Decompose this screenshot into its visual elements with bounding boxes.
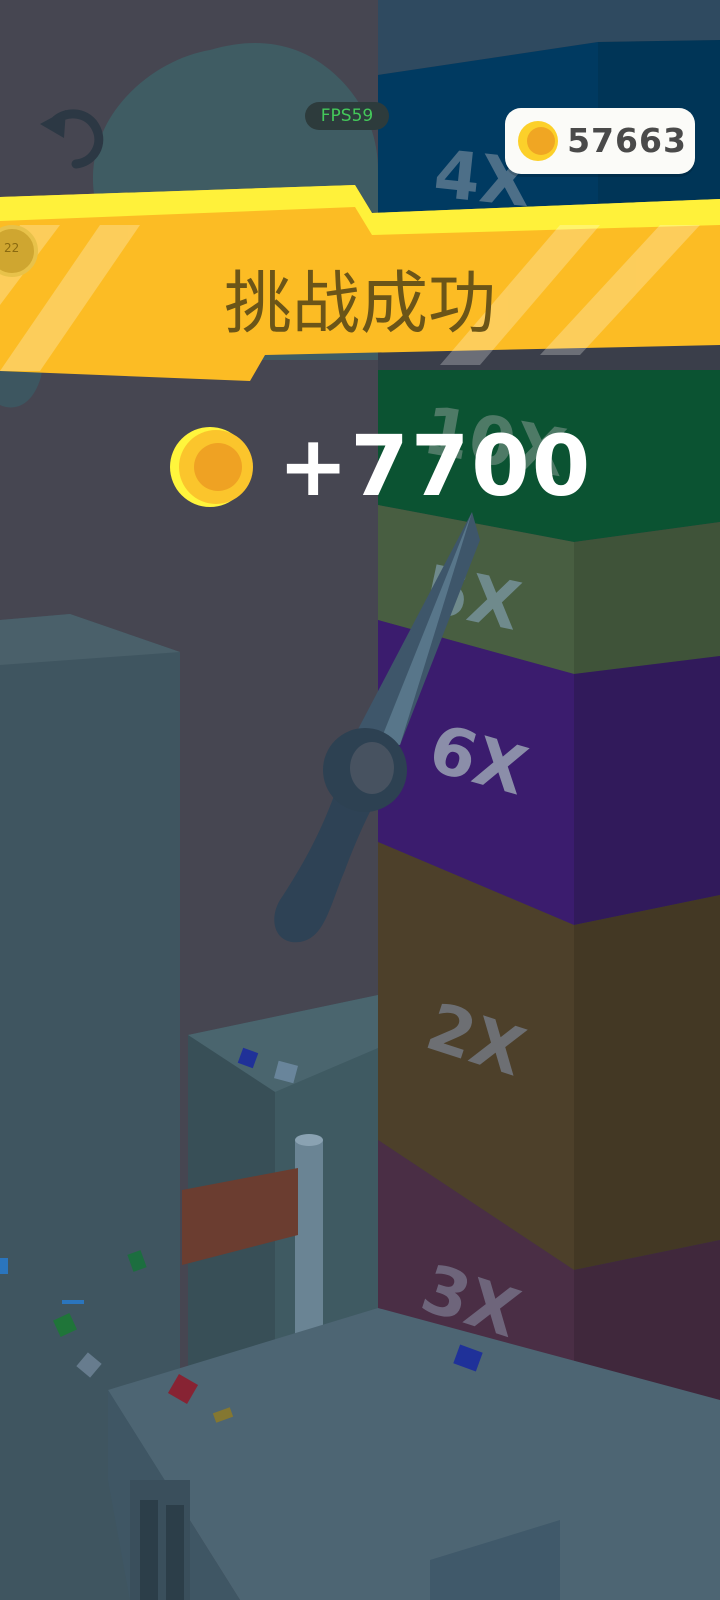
fps-counter: FPS59: [305, 102, 389, 130]
coin-icon: [170, 427, 253, 507]
reward-display: +7700: [170, 418, 590, 514]
coin-total-value: 57663: [567, 121, 687, 160]
coin-icon: [518, 121, 558, 161]
coin-total-badge: 57663: [505, 108, 695, 174]
banner-title: 挑战成功: [223, 265, 496, 344]
reward-amount: +7700: [278, 417, 593, 515]
restart-icon: [40, 109, 104, 169]
restart-button[interactable]: [36, 102, 106, 172]
